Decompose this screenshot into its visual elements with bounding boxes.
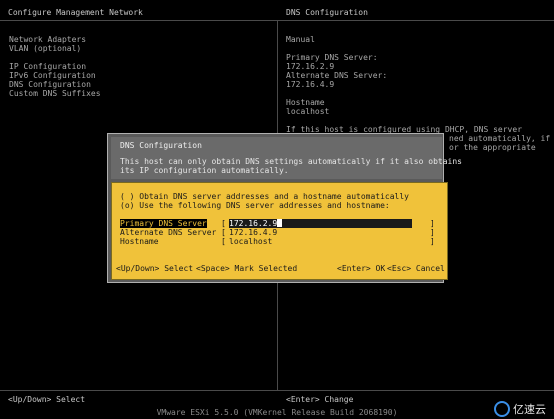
hostname-input[interactable]: localhost xyxy=(229,237,272,246)
menu-item-ip-configuration[interactable]: IP Configuration xyxy=(9,62,101,71)
hostname-field-label: Hostname xyxy=(120,237,159,246)
watermark-text: 亿速云 xyxy=(513,402,546,416)
footer-hint-change: <Enter> Change xyxy=(286,395,354,404)
radio-use-following[interactable]: (o) Use the following DNS server address… xyxy=(120,201,390,210)
dialog-description-line1: This host can only obtain DNS settings a… xyxy=(120,157,462,166)
footer-divider xyxy=(0,390,554,391)
alternate-dns-input[interactable]: 172.16.4.9 xyxy=(229,228,277,237)
primary-dns-label: Primary DNS Server: xyxy=(286,53,378,62)
hostname-value: localhost xyxy=(286,107,330,116)
dns-mode: Manual xyxy=(286,35,315,44)
dns-info-text-3: or the appropriate xyxy=(449,143,536,152)
bracket-right: ] xyxy=(430,237,435,246)
menu-item-custom-dns-suffixes[interactable]: Custom DNS Suffixes xyxy=(9,89,101,98)
config-menu: Network Adapters VLAN (optional) IP Conf… xyxy=(9,35,101,98)
radio-obtain-automatically[interactable]: ( ) Obtain DNS server addresses and a ho… xyxy=(120,192,409,201)
dialog-title: DNS Configuration xyxy=(120,141,202,150)
menu-item-network-adapters[interactable]: Network Adapters xyxy=(9,35,101,44)
bracket-right: ] xyxy=(430,228,435,237)
alternate-dns-row[interactable]: Alternate DNS Server [ 172.16.4.9 ] xyxy=(120,228,440,237)
hostname-label: Hostname xyxy=(286,98,325,107)
menu-spacer xyxy=(9,53,101,62)
alternate-dns-value: 172.16.4.9 xyxy=(286,80,335,89)
dns-info-text-2: ned automatically, if xyxy=(449,134,551,143)
cloud-logo-icon xyxy=(494,401,510,417)
primary-dns-value: 172.16.2.9 xyxy=(286,62,335,71)
hint-space: <Space> Mark Selected xyxy=(196,264,298,273)
alternate-dns-field-label: Alternate DNS Server xyxy=(120,228,217,237)
bracket-left: [ xyxy=(221,237,226,246)
alternate-dns-label: Alternate DNS Server: xyxy=(286,71,388,80)
menu-item-vlan[interactable]: VLAN (optional) xyxy=(9,44,101,53)
menu-item-ipv6-configuration[interactable]: IPv6 Configuration xyxy=(9,71,101,80)
left-panel-title: Configure Management Network xyxy=(8,8,143,17)
primary-dns-input[interactable]: 172.16.2.9 xyxy=(229,219,413,228)
menu-item-dns-configuration[interactable]: DNS Configuration xyxy=(9,80,101,89)
primary-dns-field-label: Primary DNS Server xyxy=(120,219,207,228)
watermark: 亿速云 xyxy=(494,401,546,417)
dialog-description-line2: its IP configuration automatically. xyxy=(120,166,289,175)
footer-hint-select: <Up/Down> Select xyxy=(8,395,86,404)
ok-button[interactable]: <Enter> OK xyxy=(337,264,385,273)
hostname-row[interactable]: Hostname [ localhost ] xyxy=(120,237,440,246)
version-string: VMware ESXi 5.5.0 (VMKernel Release Buil… xyxy=(156,408,398,417)
dns-summary-panel: Manual Primary DNS Server: 172.16.2.9 Al… xyxy=(286,35,554,143)
primary-dns-row[interactable]: Primary DNS Server [ 172.16.2.9 ] xyxy=(120,219,440,228)
cancel-button[interactable]: <Esc> Cancel xyxy=(387,264,445,273)
bracket-left: [ xyxy=(221,228,226,237)
bracket-left: [ xyxy=(221,219,226,228)
hint-updown: <Up/Down> Select xyxy=(116,264,194,273)
right-panel-title: DNS Configuration xyxy=(286,8,368,17)
bracket-right: ] xyxy=(430,219,435,228)
